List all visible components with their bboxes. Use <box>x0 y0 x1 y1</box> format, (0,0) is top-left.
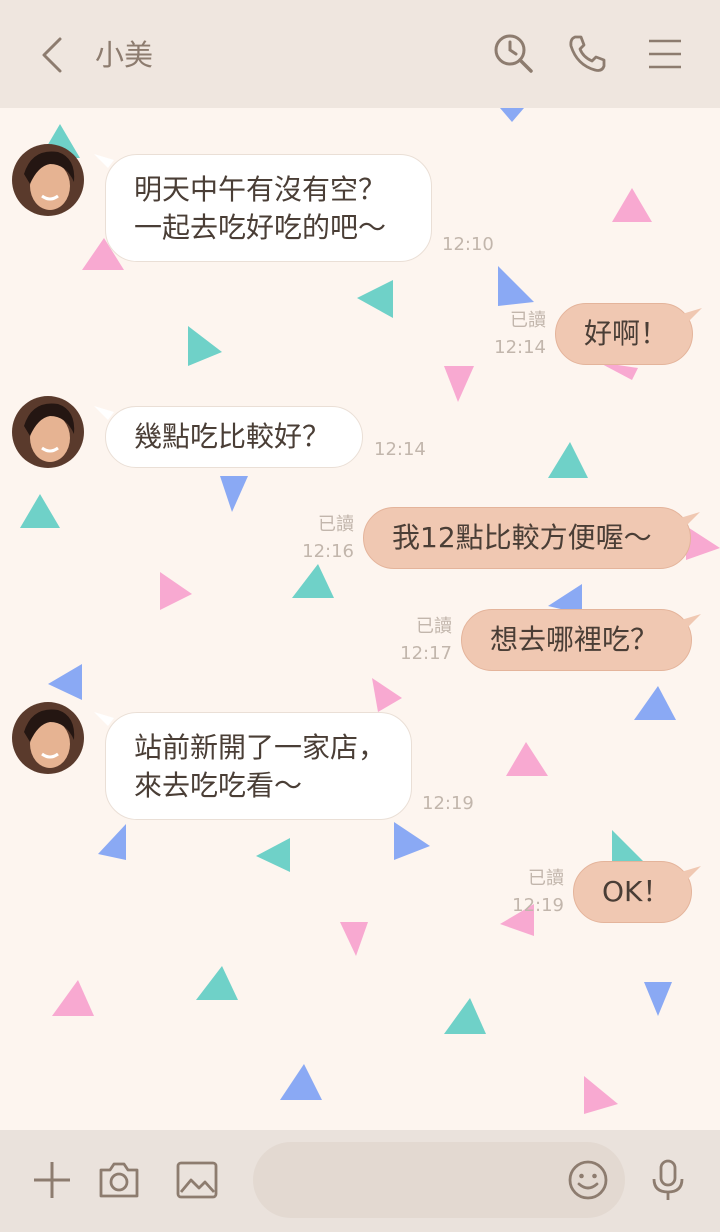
read-receipt: 已讀 <box>416 616 452 637</box>
message-text-line: OK！ <box>602 875 671 908</box>
triangle-decoration <box>52 980 94 1016</box>
message-bubble-incoming[interactable]: 站前新開了一家店， 來去吃吃看～ <box>105 712 412 820</box>
triangle-decoration <box>340 922 368 956</box>
triangle-decoration <box>98 824 126 860</box>
read-receipt: 已讀 <box>510 310 546 331</box>
avatar[interactable] <box>12 702 84 774</box>
chat-area[interactable]: 明天中午有沒有空？ 一起去吃好吃的吧～ 12:10 已讀 12:14 好啊！ 幾… <box>0 108 720 1130</box>
message-time: 12:19 <box>422 793 474 814</box>
image-icon[interactable] <box>175 1158 219 1202</box>
phone-icon[interactable] <box>565 32 609 76</box>
triangle-decoration <box>357 280 393 318</box>
triangle-decoration <box>444 366 474 402</box>
message-bubble-incoming[interactable]: 幾點吃比較好？ <box>105 406 363 468</box>
message-time: 12:16 <box>302 541 354 562</box>
message-bubble-outgoing[interactable]: 好啊！ <box>555 303 693 365</box>
read-receipt: 已讀 <box>318 514 354 535</box>
plus-icon[interactable] <box>30 1158 74 1202</box>
message-text-line: 明天中午有沒有空？ <box>134 173 387 206</box>
triangle-decoration <box>292 564 334 598</box>
bubble-tail <box>681 614 701 628</box>
triangle-decoration <box>634 686 676 720</box>
avatar[interactable] <box>12 396 84 468</box>
message-time: 12:17 <box>400 643 452 664</box>
message-bubble-outgoing[interactable]: OK！ <box>573 861 692 923</box>
contact-name: 小美 <box>95 38 154 72</box>
triangle-decoration <box>256 838 290 872</box>
smiley-icon[interactable] <box>566 1158 610 1202</box>
read-receipt: 已讀 <box>528 868 564 889</box>
message-text-line: 好啊！ <box>584 317 669 350</box>
message-time: 12:10 <box>442 234 494 255</box>
triangle-decoration <box>394 822 430 860</box>
message-text-line: 站前新開了一家店， <box>134 731 387 764</box>
chat-header: 小美 <box>0 0 720 108</box>
triangle-decoration <box>498 266 534 306</box>
search-clock-icon[interactable] <box>492 32 536 76</box>
message-text-line: 來去吃吃看～ <box>134 769 303 802</box>
chevron-left-icon[interactable] <box>38 36 70 74</box>
microphone-icon[interactable] <box>646 1158 690 1202</box>
triangle-decoration <box>220 476 248 512</box>
message-bubble-outgoing[interactable]: 我12點比較方便喔～ <box>363 507 691 569</box>
camera-icon[interactable] <box>97 1158 141 1202</box>
triangle-decoration <box>548 442 588 478</box>
triangle-decoration <box>160 572 192 610</box>
bubble-tail <box>682 308 702 322</box>
triangle-decoration <box>196 966 238 1000</box>
message-time: 12:14 <box>374 439 426 460</box>
bubble-tail <box>680 512 700 526</box>
triangle-decoration <box>506 742 548 776</box>
hamburger-menu-icon[interactable] <box>643 32 687 76</box>
triangle-decoration <box>500 108 524 122</box>
triangle-decoration <box>444 998 486 1034</box>
message-text-line: 想去哪裡吃？ <box>490 623 659 656</box>
triangle-decoration <box>584 1076 618 1114</box>
message-bubble-outgoing[interactable]: 想去哪裡吃？ <box>461 609 692 671</box>
message-time: 12:19 <box>512 895 564 916</box>
triangle-decoration <box>644 982 672 1016</box>
triangle-decoration <box>280 1064 322 1100</box>
triangle-decoration <box>686 526 720 560</box>
triangle-decoration <box>188 326 222 366</box>
message-bubble-incoming[interactable]: 明天中午有沒有空？ 一起去吃好吃的吧～ <box>105 154 432 262</box>
triangle-decoration <box>372 678 402 712</box>
triangle-decoration <box>612 188 652 222</box>
avatar[interactable] <box>12 144 84 216</box>
message-text-line: 一起去吃好吃的吧～ <box>134 211 387 244</box>
message-text-line: 我12點比較方便喔～ <box>392 521 652 554</box>
bubble-tail <box>681 866 701 880</box>
triangle-decoration <box>612 830 646 864</box>
triangle-decoration <box>20 494 60 528</box>
message-text-line: 幾點吃比較好？ <box>134 420 331 453</box>
triangle-decoration <box>48 664 82 700</box>
message-time: 12:14 <box>494 337 546 358</box>
